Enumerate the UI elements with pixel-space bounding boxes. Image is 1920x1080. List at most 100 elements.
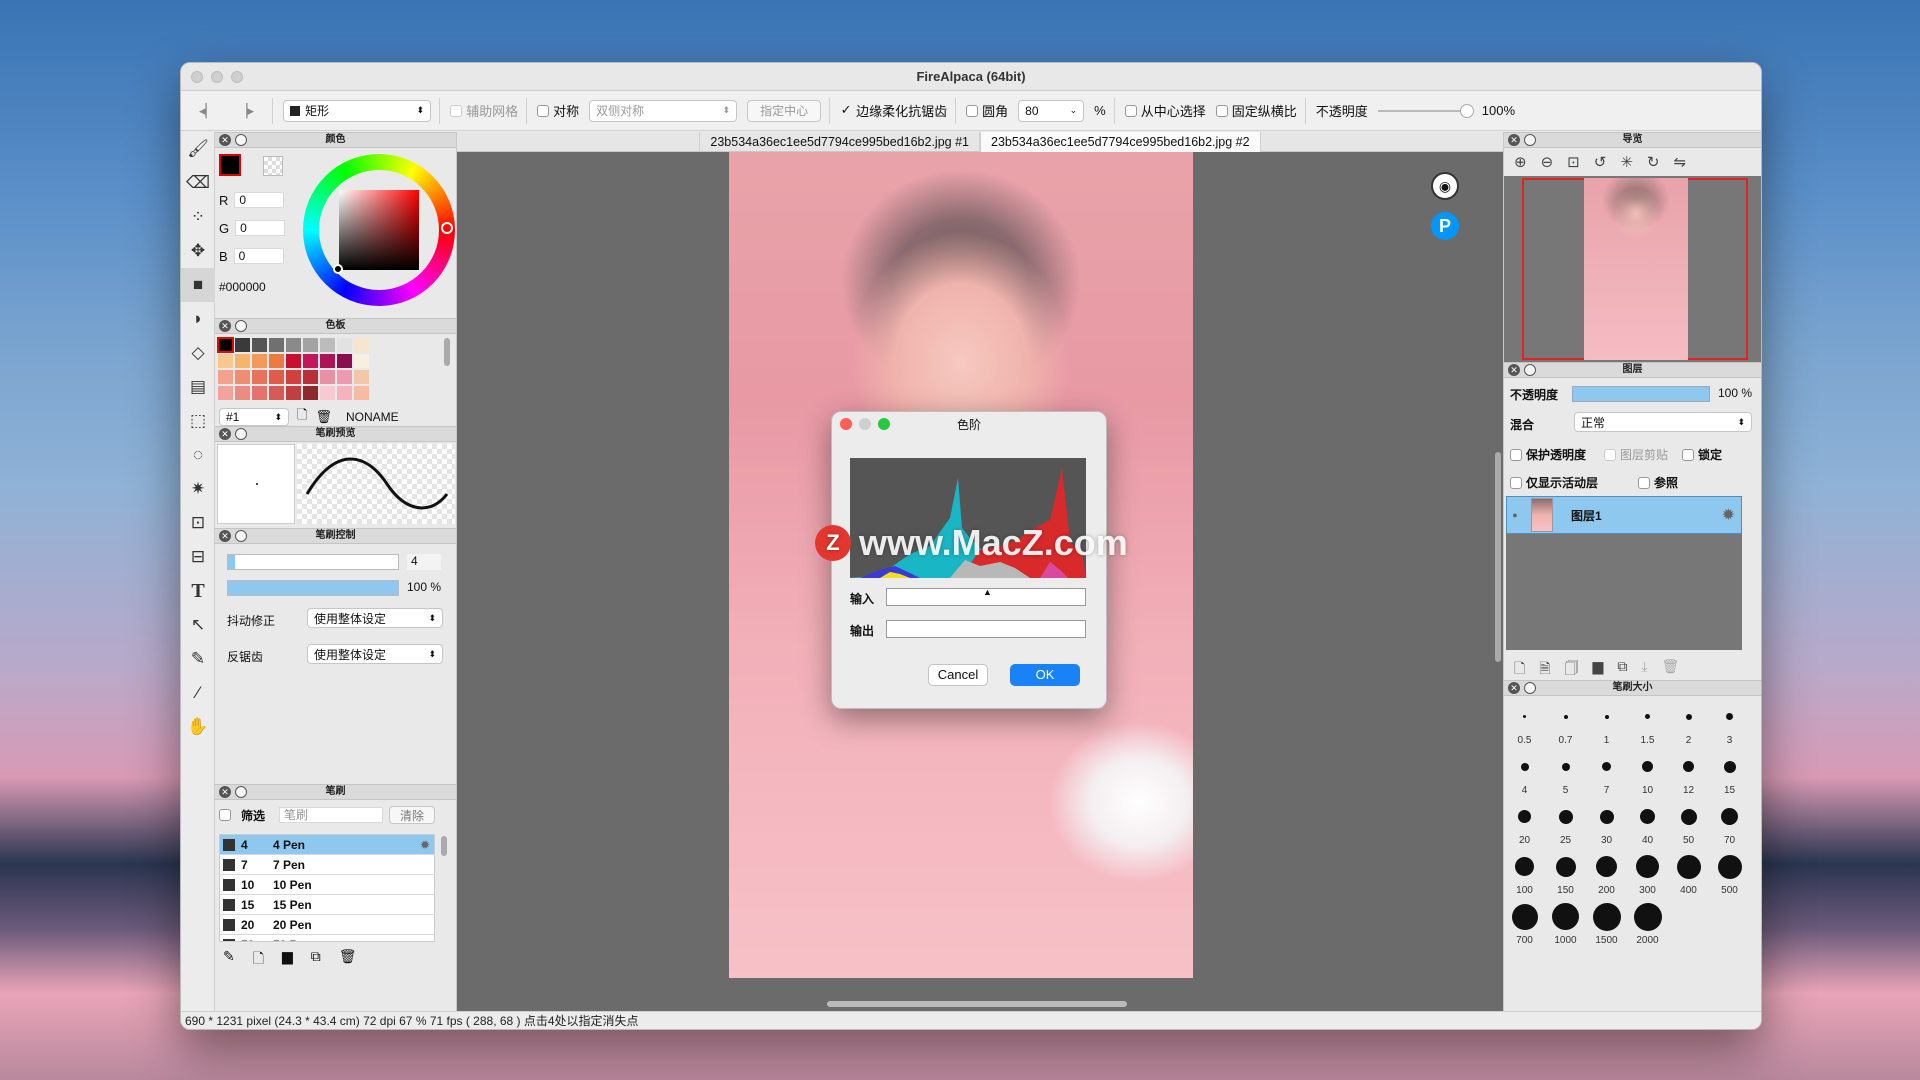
brush-size-cell[interactable]: 5 (1545, 748, 1586, 798)
brush-size-cell[interactable]: 150 (1545, 848, 1586, 898)
new-palette-icon[interactable]: 🗋 (297, 406, 307, 428)
round-corner-toggle[interactable]: 圆角 (966, 101, 1008, 120)
brush-size-cell[interactable]: 100 (1504, 848, 1545, 898)
detach-icon[interactable] (235, 134, 247, 146)
brush-size-cell[interactable]: 15 (1709, 748, 1750, 798)
brush-size-cell[interactable]: 2 (1668, 698, 1709, 748)
palette-swatch[interactable] (268, 369, 285, 385)
brush-list-item[interactable]: 4 4 Pen ✹ (220, 835, 434, 855)
palette-swatch[interactable] (285, 385, 302, 401)
eyedropper-icon[interactable]: ⁄ (181, 676, 215, 710)
brush-size-cell[interactable]: 500 (1709, 848, 1750, 898)
palette-swatch[interactable] (251, 353, 268, 369)
detach-icon[interactable] (235, 530, 247, 542)
brush-size-cell[interactable]: 3 (1709, 698, 1750, 748)
minimize-window-button[interactable] (211, 71, 223, 83)
dialog-close-button[interactable] (840, 418, 852, 430)
zoom-fit-icon[interactable]: ⊡ (1567, 153, 1580, 171)
protect-alpha-toggle[interactable]: 保护透明度 (1510, 446, 1586, 463)
undo-icon[interactable]: ◂▏ (199, 103, 216, 119)
detach-icon[interactable] (1524, 134, 1536, 146)
magic-wand-icon[interactable]: ✷ (181, 472, 215, 506)
tab-doc-2[interactable]: 23b534a36ec1ee5d7794ce995bed16b2.jpg #2 (980, 131, 1261, 152)
brush-size-cell[interactable]: 10 (1627, 748, 1668, 798)
palette-swatch[interactable] (217, 385, 234, 401)
palette-swatch[interactable] (336, 337, 353, 353)
palette-swatch[interactable] (353, 369, 370, 385)
opacity-slider[interactable] (1377, 103, 1474, 118)
folder-icon[interactable]: ▆ (282, 948, 293, 972)
palette-swatch[interactable] (302, 385, 319, 401)
round-corner-input[interactable]: 80 ⌄ (1018, 99, 1085, 122)
lasso-icon[interactable]: ◌ (181, 438, 215, 472)
brush-search-input[interactable]: 笔刷 (279, 807, 384, 823)
move-icon[interactable]: ✥ (181, 234, 215, 268)
antialias-toggle[interactable]: ✓ 边缘柔化抗锯齿 (840, 101, 947, 120)
palette-swatch[interactable] (319, 353, 336, 369)
brush-list-item[interactable]: 7 7 Pen (220, 855, 434, 875)
close-window-button[interactable] (191, 71, 203, 83)
brush-size-cell[interactable]: 200 (1586, 848, 1627, 898)
brush-size-cell[interactable]: 20 (1504, 798, 1545, 848)
horizontal-scrollbar[interactable] (827, 1001, 1127, 1007)
blend-select[interactable]: 正常 ⬍ (1574, 412, 1752, 432)
brush-size-cell[interactable]: 0.5 (1504, 698, 1545, 748)
b-input[interactable]: 0 (233, 248, 284, 264)
brush-icon[interactable]: 🖌 (181, 132, 215, 166)
brush-size-value[interactable]: 4 (407, 554, 441, 570)
brush-size-cell[interactable]: 4 (1504, 748, 1545, 798)
close-icon[interactable]: ✕ (219, 786, 231, 798)
palette-swatch[interactable] (285, 353, 302, 369)
palette-swatch[interactable] (319, 337, 336, 353)
stabilizer-select[interactable]: 使用整体设定 ⬍ (307, 608, 443, 628)
palette-swatch[interactable] (302, 353, 319, 369)
layer-row[interactable]: ● 图层1 ✹ (1506, 496, 1742, 534)
flip-icon[interactable]: ⇋ (1673, 153, 1686, 171)
gradient-icon[interactable]: ▤ (181, 370, 215, 404)
dialog-zoom-button[interactable] (878, 418, 890, 430)
palette-swatch[interactable] (285, 337, 302, 353)
layer-visibility-icon[interactable]: ● (1507, 510, 1523, 520)
brush-size-cell[interactable]: 0.7 (1545, 698, 1586, 748)
palette-swatch[interactable] (268, 353, 285, 369)
palette-swatch[interactable] (285, 369, 302, 385)
palette-swatch[interactable] (234, 369, 251, 385)
brush-size-cell[interactable]: 1500 (1586, 898, 1627, 948)
brush-list-item[interactable]: 10 10 Pen (220, 875, 434, 895)
hand-icon[interactable]: ✋ (181, 710, 215, 744)
dot-brush-icon[interactable]: ⁘ (181, 200, 215, 234)
detach-icon[interactable] (235, 320, 247, 332)
brush-size-cell[interactable]: 2000 (1627, 898, 1668, 948)
select-eraser-icon[interactable]: ⊟ (181, 540, 215, 574)
new-folder-icon[interactable]: ▆ (1593, 658, 1604, 682)
palette-name[interactable]: NONAME (346, 410, 399, 424)
palette-select[interactable]: #1 ⬍ (219, 408, 289, 426)
redo-icon[interactable]: ▕▸ (238, 103, 255, 119)
g-input[interactable]: 0 (235, 220, 286, 236)
fixed-ratio-toggle[interactable]: 固定纵横比 (1215, 101, 1297, 120)
new-file-icon[interactable]: 🗋 (253, 948, 264, 972)
palette-swatch[interactable] (217, 369, 234, 385)
set-center-button[interactable]: 指定中心 (747, 99, 822, 122)
vertical-scrollbar[interactable] (1495, 452, 1501, 662)
fill-shape-icon[interactable]: ◗ (181, 302, 215, 336)
hex-value[interactable]: #000000 (219, 280, 266, 294)
navigator-view[interactable] (1504, 176, 1761, 362)
brush-opacity-slider[interactable] (227, 580, 399, 596)
primary-color-swatch[interactable] (219, 154, 241, 176)
shape-select[interactable]: 矩形 ⬍ (283, 99, 432, 122)
layer-opacity-slider[interactable] (1572, 386, 1710, 402)
detach-icon[interactable] (235, 428, 247, 440)
palette-swatch[interactable] (336, 385, 353, 401)
palette-swatch[interactable] (251, 337, 268, 353)
close-icon[interactable]: ✕ (219, 320, 231, 332)
new-layer-1bit-icon[interactable]: 🗍 (1565, 658, 1579, 682)
hue-marker[interactable] (441, 222, 453, 234)
cancel-button[interactable]: Cancel (928, 664, 988, 686)
close-icon[interactable]: ✕ (219, 428, 231, 440)
delete-palette-icon[interactable]: 🗑 (315, 409, 332, 425)
clear-button[interactable]: 清除 (389, 806, 436, 824)
palette-swatch[interactable] (234, 353, 251, 369)
palette-swatch[interactable] (353, 337, 370, 353)
brush-list-item[interactable]: 20 20 Pen (220, 915, 434, 935)
